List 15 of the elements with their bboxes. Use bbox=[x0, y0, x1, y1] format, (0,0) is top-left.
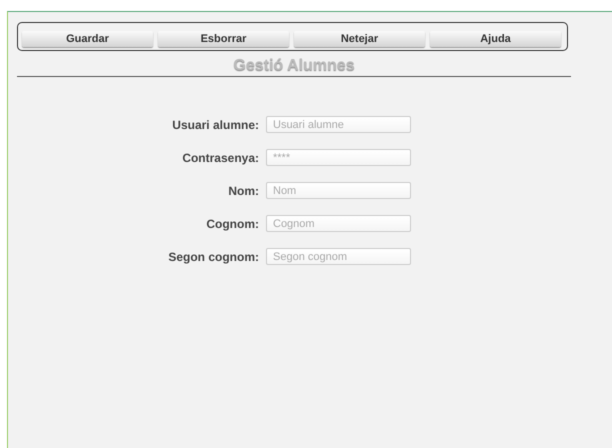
field-label: Usuari alumne: bbox=[171, 118, 259, 132]
toolbar-button[interactable]: Ajuda bbox=[430, 31, 561, 47]
toolbar-button[interactable]: Guardar bbox=[22, 31, 153, 47]
field-label: Cognom: bbox=[205, 216, 259, 230]
input-field[interactable]: Nom bbox=[266, 182, 411, 199]
input-field[interactable]: Segon cognom bbox=[266, 248, 411, 265]
field-label: Segon cognom: bbox=[167, 250, 259, 264]
page-title: Gestió Alumnes bbox=[17, 57, 571, 77]
toolbar-button[interactable]: Esborrar bbox=[158, 31, 289, 47]
input-field[interactable]: Usuari alumne bbox=[266, 116, 411, 133]
field-label: Nom: bbox=[227, 184, 259, 198]
field-label: Contrasenya: bbox=[181, 150, 259, 164]
input-field[interactable]: **** bbox=[266, 149, 411, 166]
input-field[interactable]: Cognom bbox=[266, 215, 411, 232]
toolbar-button[interactable]: Netejar bbox=[294, 31, 425, 47]
